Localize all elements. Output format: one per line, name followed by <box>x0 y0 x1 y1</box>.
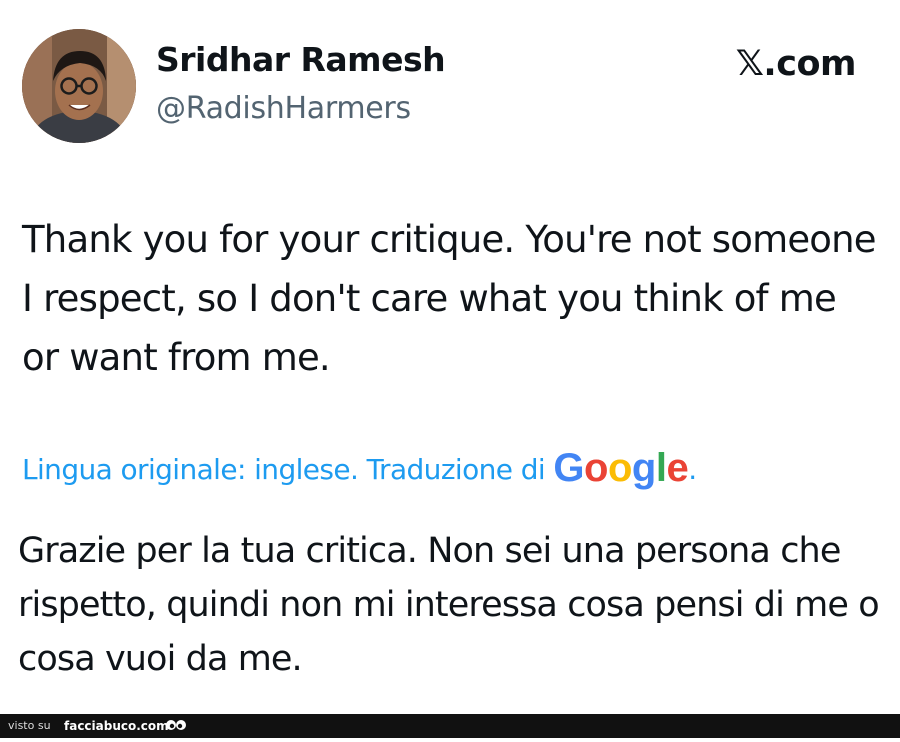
watermark-visto-label: visto su <box>8 719 51 732</box>
google-logo: Google <box>553 446 688 490</box>
author-name[interactable]: Sridhar Ramesh <box>156 40 446 79</box>
translation-suffix: . <box>688 453 697 486</box>
google-logo-letter: e <box>666 446 689 490</box>
x-brand-logo: 𝕏.com <box>735 44 857 84</box>
watermark-bar: visto su facciabuco.com <box>0 714 900 738</box>
author-handle[interactable]: @RadishHarmers <box>156 91 411 126</box>
tweet-text: Thank you for your critique. You're not … <box>22 218 877 379</box>
google-logo-letter: o <box>607 446 632 490</box>
google-logo-letter: G <box>553 446 584 490</box>
google-logo-letter: g <box>631 446 656 490</box>
google-logo-letter: l <box>655 446 667 490</box>
profile-avatar[interactable] <box>22 29 136 143</box>
translation-attribution[interactable]: Lingua originale: inglese. Traduzione di… <box>22 446 882 492</box>
translated-text: Grazie per la tua critica. Non sei una p… <box>18 531 880 679</box>
translation-label: Lingua originale: inglese. Traduzione di <box>22 453 546 486</box>
eyes-icon <box>165 716 187 742</box>
google-logo-letter: o <box>584 446 608 490</box>
watermark-site: facciabuco.com <box>64 719 169 733</box>
